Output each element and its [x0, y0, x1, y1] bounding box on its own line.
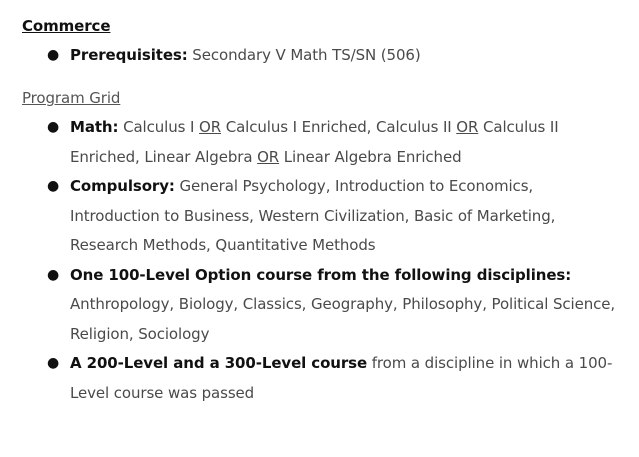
level-course-label: A 200-Level and a 300-Level course — [70, 354, 368, 372]
list-item-math: ● Math: Calculus I OR Calculus I Enriche… — [0, 113, 620, 172]
commerce-heading-link[interactable]: Commerce — [22, 15, 111, 37]
program-grid-heading-link[interactable]: Program Grid — [22, 87, 120, 109]
math-text-4: Linear Algebra Enriched — [279, 147, 462, 166]
list-item-compulsory: ● Compulsory: General Psychology, Introd… — [0, 172, 620, 261]
option-course-label: One 100-Level Option course from the fol… — [70, 265, 572, 284]
or-connector: OR — [199, 118, 222, 136]
bullet-icon: ● — [47, 119, 60, 135]
option-course-text: Anthropology, Biology, Classics, Geograp… — [70, 295, 616, 343]
bullet-icon: ● — [47, 178, 60, 194]
prerequisites-label: Prerequisites: — [70, 46, 188, 64]
math-label: Math: — [70, 118, 119, 136]
bullet-icon: ● — [47, 47, 60, 63]
program-grid-list: ● Math: Calculus I OR Calculus I Enriche… — [0, 113, 620, 408]
list-item-prerequisites: ● Prerequisites: Secondary V Math TS/SN … — [0, 41, 620, 71]
compulsory-label: Compulsory: — [70, 177, 175, 195]
list-item-option-course: ● One 100-Level Option course from the f… — [0, 261, 620, 350]
prerequisites-list: ● Prerequisites: Secondary V Math TS/SN … — [0, 41, 620, 71]
or-connector: OR — [456, 118, 479, 136]
list-item-level-course: ● A 200-Level and a 300-Level course fro… — [0, 349, 620, 408]
bullet-icon: ● — [47, 266, 60, 283]
math-text-2: Calculus I Enriched, Calculus II — [221, 118, 457, 136]
prerequisites-text: Secondary V Math TS/SN (506) — [187, 46, 421, 64]
math-text-1: Calculus I — [118, 118, 200, 136]
page: Commerce ● Prerequisites: Secondary V Ma… — [0, 0, 639, 457]
bullet-icon: ● — [47, 355, 60, 371]
or-connector: OR — [257, 147, 280, 166]
